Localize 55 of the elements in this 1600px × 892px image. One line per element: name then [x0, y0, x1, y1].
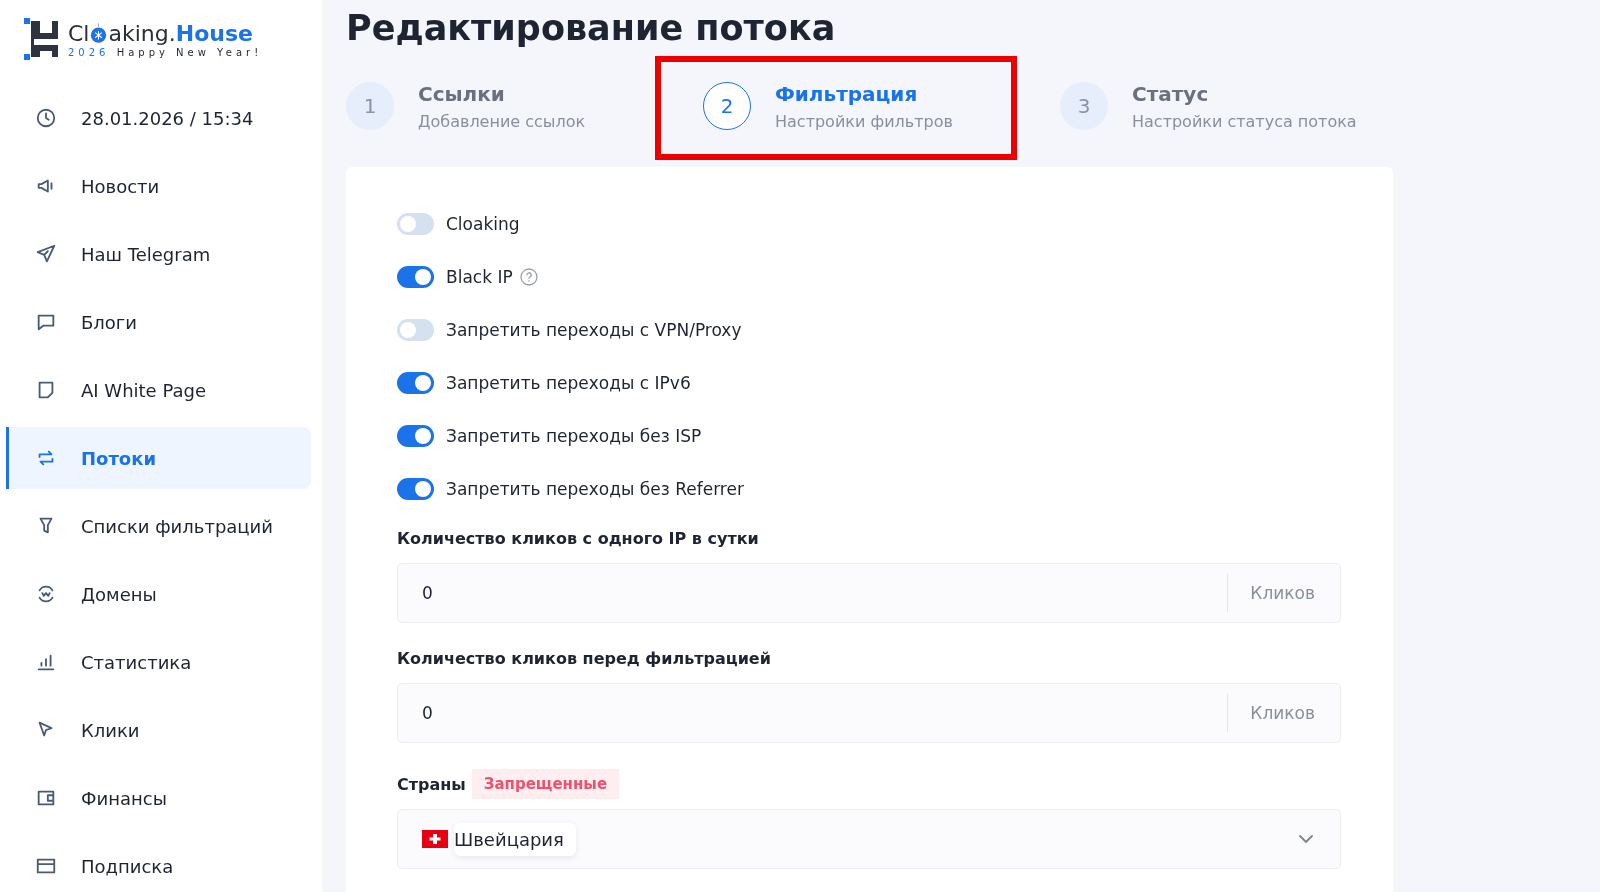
country-select[interactable]: Швейцария: [397, 809, 1341, 869]
step-number: 3: [1060, 82, 1108, 130]
step-title: Фильтрация: [775, 81, 919, 106]
sidebar-item[interactable]: Домены: [6, 563, 311, 625]
toggle-label: Запретить переходы с VPN/Proxy: [446, 319, 742, 340]
toggle-label: Black IP: [446, 266, 513, 287]
toggle-switch[interactable]: [397, 371, 434, 394]
step-title: Ссылки: [418, 81, 506, 106]
sidebar-item[interactable]: Клики: [6, 699, 311, 761]
toggle-switch[interactable]: [397, 477, 434, 500]
sidebar-item[interactable]: Списки фильтраций: [6, 495, 311, 557]
sidebar-item[interactable]: Потоки: [6, 427, 311, 489]
country-chip: Швейцария: [454, 822, 576, 856]
step-subtitle: Настройки статуса потока: [1132, 111, 1357, 131]
field-label: Страны: [397, 774, 466, 794]
flag-icon: [422, 830, 448, 848]
step-tab[interactable]: 2 Фильтрация Настройки фильтров: [703, 81, 953, 131]
toggle-label: Cloaking: [446, 213, 520, 234]
clock-icon: [35, 107, 57, 129]
sidebar-item[interactable]: Наш Telegram: [6, 223, 311, 285]
field-label: Количество кликов перед фильтрацией: [397, 649, 772, 670]
ornament-icon: [90, 22, 108, 44]
sidebar-item[interactable]: AI White Page: [6, 359, 311, 421]
sidebar-item[interactable]: 28.01.2026 / 15:34: [6, 87, 311, 149]
step-subtitle: Добавление ссылок: [418, 111, 586, 131]
number-field[interactable]: 0 Кликов: [397, 683, 1341, 743]
toggle-label: Запретить переходы с IPv6: [446, 372, 691, 393]
toggle-switch[interactable]: [397, 318, 434, 341]
toggle-switch[interactable]: [397, 212, 434, 235]
page-title: Редактирование потока: [346, 7, 837, 50]
sidebar-item[interactable]: Подписка: [6, 835, 311, 892]
field-unit: Кликов: [1227, 694, 1340, 732]
toggle-switch[interactable]: [397, 424, 434, 447]
logo-tagline: 2026 Happy New Year!: [68, 46, 263, 58]
sidebar-item[interactable]: Статистика: [6, 631, 311, 693]
number-field[interactable]: 0 Кликов: [397, 563, 1341, 623]
sidebar-item[interactable]: Блоги: [6, 291, 311, 353]
field-unit: Кликов: [1227, 574, 1340, 612]
logo-text: Cl: [68, 20, 90, 46]
field-label: Количество кликов с одного IP в сутки: [397, 529, 760, 550]
send-icon: [35, 243, 57, 265]
step-subtitle: Настройки фильтров: [775, 111, 953, 131]
sidebar-item[interactable]: Новости: [6, 155, 311, 217]
step-number: 2: [703, 82, 751, 130]
step-number: 1: [346, 82, 394, 130]
sidebar-item[interactable]: Финансы: [6, 767, 311, 829]
help-icon: [518, 266, 539, 287]
toggle-switch[interactable]: [397, 265, 434, 288]
toggle-label: Запретить переходы без Referrer: [446, 478, 744, 499]
toggle-label: Запретить переходы без ISP: [446, 425, 702, 446]
logo-icon: [24, 18, 58, 60]
step-tab[interactable]: 1 Ссылки Добавление ссылок: [346, 81, 586, 131]
step-tab[interactable]: 3 Статус Настройки статуса потока: [1060, 81, 1357, 131]
step-title: Статус: [1132, 81, 1210, 106]
logo-text: aking.House: [108, 20, 253, 46]
